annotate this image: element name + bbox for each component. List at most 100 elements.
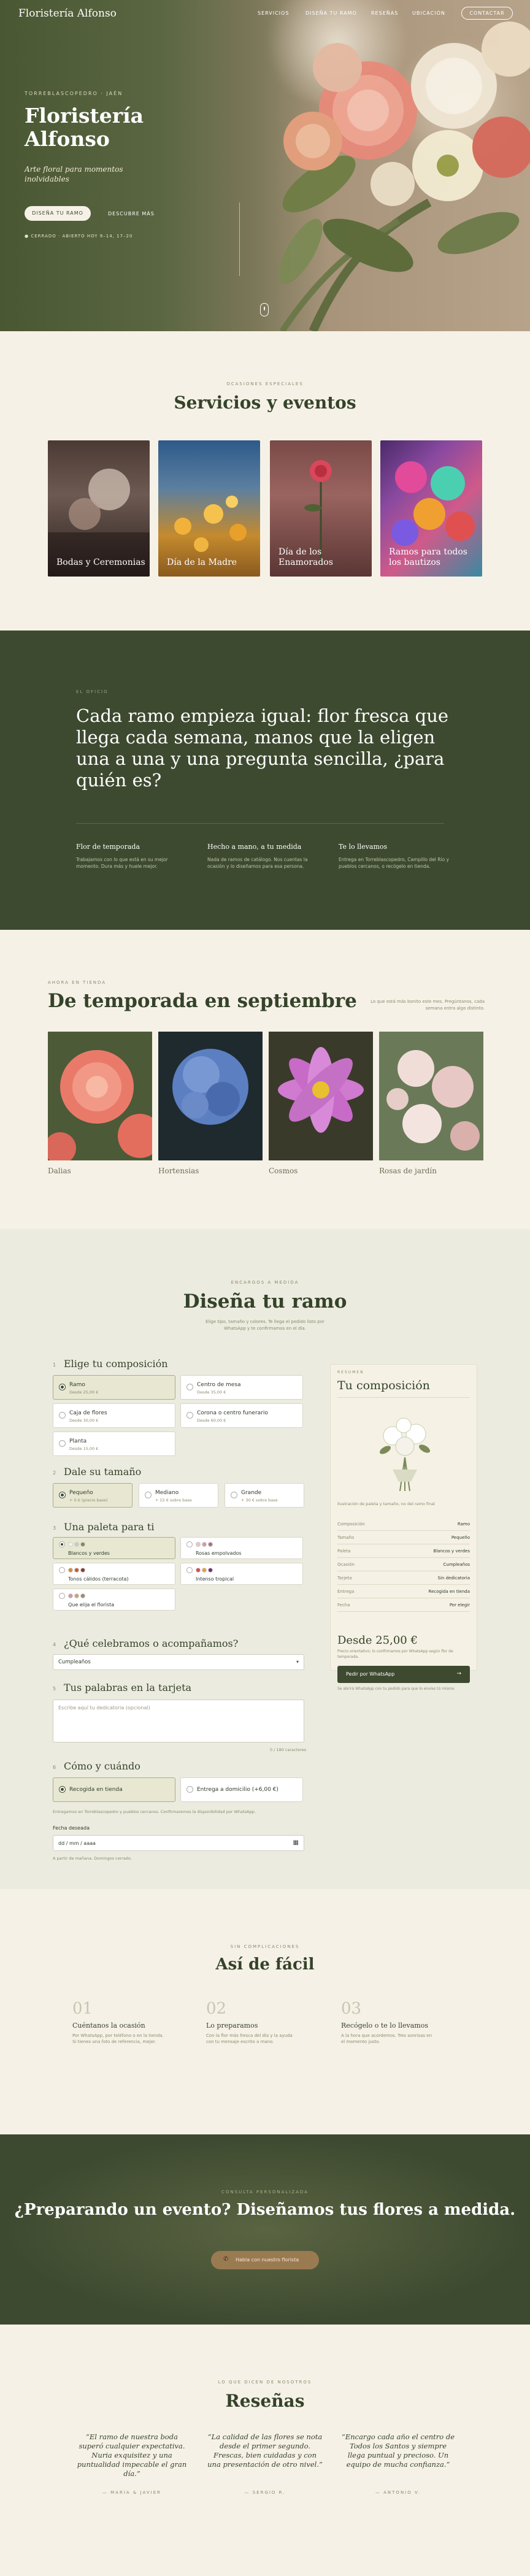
- calendar-icon[interactable]: ▦: [293, 1839, 299, 1846]
- summary-row-key: Paleta: [337, 1549, 351, 1554]
- summary-row: Fecha Por elegir: [337, 1600, 470, 1612]
- summary-row-key: Tamaño: [337, 1535, 355, 1540]
- palette-title: Rosas empolvados: [196, 1551, 242, 1556]
- option-mediano[interactable]: Mediano + 15 € sobre base: [139, 1483, 218, 1508]
- color-swatch: [196, 1568, 201, 1573]
- how-step-text: A la hora que acordemos. Tres sonrisas e…: [341, 2033, 432, 2044]
- bouquet-preview-icon: [379, 1417, 431, 1492]
- services-kicker: OCASIONES ESPECIALES: [226, 381, 304, 386]
- summary-row-value: Sin dedicatoria: [437, 1576, 470, 1581]
- discover-more-link[interactable]: DESCUBRE MÁS: [108, 211, 155, 217]
- radio-icon: [145, 1492, 152, 1498]
- step-number: 2: [53, 1470, 56, 1476]
- designer-description: Elige tipo, tamaño y colores. Te llega e…: [205, 1319, 325, 1331]
- step-number: 3: [53, 1525, 56, 1531]
- how-step-title: Recógelo o te lo llevamos: [341, 2022, 428, 2030]
- contact-florist-button[interactable]: ✆ Habla con nuestro florista: [211, 2251, 319, 2269]
- brand-logo[interactable]: Floristería Alfonso: [18, 7, 117, 20]
- color-swatch: [202, 1568, 207, 1573]
- service-label: Día de la Madre: [167, 558, 237, 567]
- radio-icon: [59, 1541, 65, 1547]
- option-title: Mediano: [155, 1490, 179, 1496]
- option-planta[interactable]: Planta Desde 15,00 €: [53, 1432, 175, 1456]
- nav-link-servicios[interactable]: SERVICIOS: [258, 10, 289, 16]
- manifesto-column-text: Entrega en Torreblascopedro, Campillo de…: [339, 857, 449, 869]
- whatsapp-order-button[interactable]: Pedir por WhatsApp →: [337, 1666, 470, 1683]
- scroll-indicator-icon[interactable]: [260, 303, 269, 316]
- occasion-select[interactable]: Cumpleaños ▾: [53, 1654, 304, 1670]
- summary-row-key: Fecha: [337, 1603, 350, 1608]
- service-card-bodas[interactable]: Bodas y Ceremonias: [48, 440, 150, 577]
- summary-title: Tu composición: [337, 1379, 430, 1392]
- summary-row-value: Cumpleaños: [443, 1562, 470, 1567]
- season-image-dalias: [48, 1032, 152, 1160]
- summary-row-value: Pequeño: [451, 1535, 470, 1540]
- service-card-bautizos[interactable]: Ramos para todos los bautizos: [380, 440, 482, 577]
- hero-subtitle: Arte floral para momentos inolvidables: [25, 165, 123, 183]
- reviews-title: Reseñas: [225, 2391, 305, 2411]
- option-grande[interactable]: Grande + 30 € sobre base: [225, 1483, 304, 1508]
- review-text: “Encargo cada año el centro de Todos los…: [341, 2432, 455, 2469]
- option-entrega-a-domicilio[interactable]: Entrega a domicilio (+6,00 €): [180, 1777, 303, 1802]
- how-step-title: Cuéntanos la ocasión: [72, 2022, 145, 2030]
- season-kicker: AHORA EN TIENDA: [48, 980, 107, 985]
- manifesto-kicker: EL OFICIO: [76, 689, 109, 694]
- service-card-enamorados[interactable]: Día de los Enamorados: [270, 440, 372, 577]
- card-message-textarea[interactable]: Escribe aquí tu dedicatoria (opcional): [53, 1700, 304, 1742]
- palette-swatches: [196, 1542, 213, 1547]
- palette-option[interactable]: Que elija el florista: [53, 1589, 175, 1611]
- palette-option[interactable]: Rosas empolvados: [180, 1537, 303, 1559]
- option-recogida-en-tienda[interactable]: Recogida en tienda: [53, 1777, 175, 1802]
- radio-icon: [59, 1440, 66, 1447]
- option-title: Recogida en tienda: [69, 1787, 123, 1793]
- hero-title: Floristería Alfonso: [25, 104, 144, 151]
- option-caja-de-flores[interactable]: Caja de flores Desde 30,00 €: [53, 1403, 175, 1428]
- summary-row-value: Por elegir: [449, 1603, 470, 1608]
- occasion-value: Cumpleaños: [58, 1659, 91, 1665]
- nav-link-resenas[interactable]: RESEÑAS: [371, 10, 398, 16]
- nav-link-disena-tu-ramo[interactable]: DISEÑA TU RAMO: [305, 10, 357, 16]
- date-input[interactable]: dd / mm / aaaa ▦: [53, 1835, 304, 1851]
- contact-button[interactable]: CONTACTAR: [461, 7, 513, 20]
- manifesto-divider: [76, 823, 444, 824]
- palette-option[interactable]: Blancos y verdes: [53, 1537, 175, 1559]
- option-ramo[interactable]: Ramo Desde 25,00 €: [53, 1375, 175, 1400]
- palette-title: Blancos y verdes: [68, 1551, 110, 1556]
- service-image-bodas: [48, 469, 150, 577]
- date-label: Fecha deseada: [53, 1825, 90, 1831]
- season-label: Cosmos: [269, 1167, 298, 1175]
- option-centro-de-mesa[interactable]: Centro de mesa Desde 35,00 €: [180, 1375, 303, 1400]
- review-text: “La calidad de las flores se nota desde …: [207, 2432, 323, 2469]
- summary-row-key: Entrega: [337, 1589, 355, 1594]
- radio-icon: [59, 1492, 66, 1498]
- radio-icon: [59, 1412, 66, 1419]
- palette-option[interactable]: Intenso tropical: [180, 1563, 303, 1585]
- palette-option[interactable]: Tonos cálidos (terracota): [53, 1563, 175, 1585]
- manifesto-column-title: Flor de temporada: [76, 843, 140, 851]
- design-bouquet-button[interactable]: DISEÑA TU RAMO: [25, 206, 91, 221]
- service-card-dia-de-la-madre[interactable]: Día de la Madre: [158, 440, 260, 577]
- option-price: Desde 15,00 €: [69, 1446, 99, 1451]
- summary-row-key: Tarjeta: [337, 1576, 352, 1581]
- summary-row: Paleta Blancos y verdes: [337, 1546, 470, 1558]
- color-swatch: [74, 1568, 79, 1573]
- option-corona[interactable]: Corona o centro funerario Desde 60,00 €: [180, 1403, 303, 1428]
- option-price: + 15 € sobre base: [155, 1498, 192, 1503]
- manifesto-column-title: Te lo llevamos: [339, 843, 388, 851]
- radio-icon: [186, 1541, 193, 1547]
- palette-swatches: [68, 1593, 85, 1598]
- palette-swatches: [68, 1568, 85, 1573]
- how-step-number: 03: [341, 1999, 362, 2018]
- services-title: Servicios y eventos: [174, 393, 356, 413]
- palette-title: Que elija el florista: [68, 1602, 115, 1608]
- color-swatch: [74, 1593, 79, 1598]
- option-title: Grande: [241, 1490, 262, 1496]
- season-note: Lo que está más bonito este mes. Pregúnt…: [371, 999, 485, 1011]
- radio-icon: [59, 1786, 66, 1793]
- designer-title: Diseña tu ramo: [183, 1290, 347, 1313]
- nav-link-ubicacion[interactable]: UBICACIÓN: [412, 10, 445, 16]
- color-swatch: [80, 1593, 85, 1598]
- hero-divider: [239, 202, 240, 276]
- option-pequeno[interactable]: Pequeño + 0 € (precio base): [53, 1483, 132, 1508]
- radio-icon: [59, 1567, 65, 1573]
